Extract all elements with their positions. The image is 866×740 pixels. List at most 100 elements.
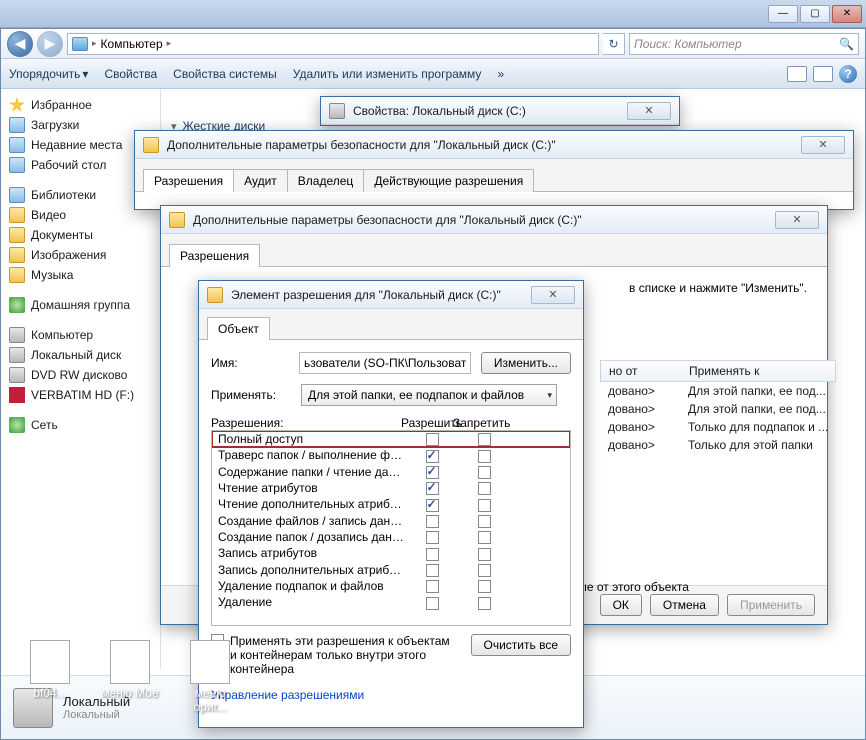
maximize-button[interactable]: ▢ <box>800 5 830 23</box>
sidebar-pictures[interactable]: Изображения <box>5 245 156 265</box>
deny-checkbox[interactable] <box>478 597 491 610</box>
clear-all-button[interactable]: Очистить все <box>471 634 571 656</box>
deny-checkbox[interactable] <box>478 580 491 593</box>
close-button[interactable]: ✕ <box>627 102 671 120</box>
allow-checkbox[interactable] <box>426 466 439 479</box>
properties-button[interactable]: Свойства <box>104 67 157 81</box>
permission-row[interactable]: Чтение дополнительных атрибутов <box>212 496 570 512</box>
permission-row[interactable]: Чтение атрибутов <box>212 480 570 496</box>
col-inherited: но от <box>609 364 669 378</box>
permission-row[interactable]: Полный доступ <box>212 431 570 447</box>
folder-icon <box>169 212 185 228</box>
cancel-button[interactable]: Отмена <box>650 594 719 616</box>
allow-col-header: Разрешить <box>401 416 453 430</box>
deny-checkbox[interactable] <box>478 564 491 577</box>
permission-row[interactable]: Траверс папок / выполнение файлов <box>212 447 570 463</box>
sidebar-documents[interactable]: Документы <box>5 225 156 245</box>
table-row[interactable]: довано>Только для этой папки <box>600 436 836 454</box>
allow-checkbox[interactable] <box>426 450 439 463</box>
sidebar-verbatim[interactable]: VERBATIM HD (F:) <box>5 385 156 405</box>
tab-audit[interactable]: Аудит <box>233 169 288 192</box>
tab-effective[interactable]: Действующие разрешения <box>363 169 534 192</box>
pictures-icon <box>9 247 25 263</box>
advanced-security-dialog-1: Дополнительные параметры безопасности дл… <box>134 130 854 210</box>
nav-bar: ◀ ▶ ▸ Компьютер ▸ ↻ Поиск: Компьютер 🔍 <box>1 29 865 59</box>
allow-checkbox[interactable] <box>426 564 439 577</box>
allow-checkbox[interactable] <box>426 580 439 593</box>
desktop-icon[interactable]: меню ориг... <box>180 640 240 714</box>
search-input[interactable]: Поиск: Компьютер 🔍 <box>629 33 859 55</box>
folder-icon <box>143 137 159 153</box>
allow-checkbox[interactable] <box>426 433 439 446</box>
hint-text: в списке и нажмите "Изменить". <box>629 281 807 295</box>
permission-row[interactable]: Создание файлов / запись данных <box>212 513 570 529</box>
allow-checkbox[interactable] <box>426 482 439 495</box>
uninstall-button[interactable]: Удалить или изменить программу <box>293 67 482 81</box>
permission-row[interactable]: Удаление <box>212 594 570 610</box>
close-button[interactable]: ✕ <box>531 286 575 304</box>
table-row[interactable]: довано>Только для подпапок и ... <box>600 418 836 436</box>
permission-name: Траверс папок / выполнение файлов <box>218 448 406 462</box>
external-drive-icon <box>9 387 25 403</box>
allow-checkbox[interactable] <box>426 597 439 610</box>
permission-row[interactable]: Удаление подпапок и файлов <box>212 578 570 594</box>
preview-pane-icon[interactable] <box>813 66 833 82</box>
minimize-button[interactable]: — <box>768 5 798 23</box>
breadcrumb-location[interactable]: Компьютер <box>101 37 163 51</box>
deny-checkbox[interactable] <box>478 515 491 528</box>
close-button[interactable]: ✕ <box>775 211 819 229</box>
sidebar-homegroup[interactable]: Домашняя группа <box>5 295 156 315</box>
table-row[interactable]: довано>Для этой папки, ее под... <box>600 382 836 400</box>
desktop-icon[interactable]: меню Мое <box>100 640 160 714</box>
tab-permissions[interactable]: Разрешения <box>169 244 260 267</box>
permissions-label: Разрешения: <box>211 416 401 430</box>
close-button[interactable]: ✕ <box>801 136 845 154</box>
toolbar-overflow[interactable]: » <box>497 67 504 81</box>
refresh-button[interactable]: ↻ <box>603 33 625 55</box>
desktop-icon[interactable]: bf04... <box>20 640 80 714</box>
table-row[interactable]: довано>Для этой папки, ее под... <box>600 400 836 418</box>
sidebar-computer[interactable]: Компьютер <box>5 325 156 345</box>
apply-to-dropdown[interactable]: Для этой папки, ее подпапок и файлов <box>301 384 557 406</box>
system-properties-button[interactable]: Свойства системы <box>173 67 277 81</box>
permission-row[interactable]: Содержание папки / чтение данных <box>212 464 570 480</box>
apply-to-children-label: Применять эти разрешения к объектам и ко… <box>230 634 450 676</box>
permission-row[interactable]: Создание папок / дозапись данных <box>212 529 570 545</box>
allow-checkbox[interactable] <box>426 531 439 544</box>
help-icon[interactable]: ? <box>839 65 857 83</box>
deny-checkbox[interactable] <box>478 482 491 495</box>
deny-checkbox[interactable] <box>478 531 491 544</box>
deny-checkbox[interactable] <box>478 466 491 479</box>
permission-row[interactable]: Запись дополнительных атрибутов <box>212 562 570 578</box>
homegroup-icon <box>9 297 25 313</box>
allow-checkbox[interactable] <box>426 515 439 528</box>
tab-permissions[interactable]: Разрешения <box>143 169 234 192</box>
allow-checkbox[interactable] <box>426 548 439 561</box>
deny-checkbox[interactable] <box>478 548 491 561</box>
deny-checkbox[interactable] <box>478 450 491 463</box>
breadcrumb[interactable]: ▸ Компьютер ▸ <box>67 33 599 55</box>
apply-button[interactable]: Применить <box>727 594 815 616</box>
nav-forward-button[interactable]: ▶ <box>37 31 63 57</box>
sidebar-localdisk[interactable]: Локальный диск <box>5 345 156 365</box>
close-button[interactable]: ✕ <box>832 5 862 23</box>
allow-checkbox[interactable] <box>426 499 439 512</box>
sidebar-network[interactable]: Сеть <box>5 415 156 435</box>
sidebar-favorites[interactable]: Избранное <box>5 95 156 115</box>
deny-checkbox[interactable] <box>478 499 491 512</box>
permissions-list[interactable]: Полный доступТраверс папок / выполнение … <box>211 430 571 626</box>
view-options-icon[interactable] <box>787 66 807 82</box>
change-button[interactable]: Изменить... <box>481 352 571 374</box>
desktop-icon <box>9 157 25 173</box>
nav-back-button[interactable]: ◀ <box>7 31 33 57</box>
tab-object[interactable]: Объект <box>207 317 270 340</box>
organize-menu[interactable]: Упорядочить ▾ <box>9 67 88 81</box>
dialog-title: Дополнительные параметры безопасности дл… <box>167 138 793 152</box>
sidebar-music[interactable]: Музыка <box>5 265 156 285</box>
sidebar-dvdrw[interactable]: DVD RW дисково <box>5 365 156 385</box>
name-input[interactable] <box>299 352 471 374</box>
deny-checkbox[interactable] <box>478 433 491 446</box>
permission-row[interactable]: Запись атрибутов <box>212 545 570 561</box>
ok-button[interactable]: ОК <box>600 594 642 616</box>
tab-owner[interactable]: Владелец <box>287 169 365 192</box>
